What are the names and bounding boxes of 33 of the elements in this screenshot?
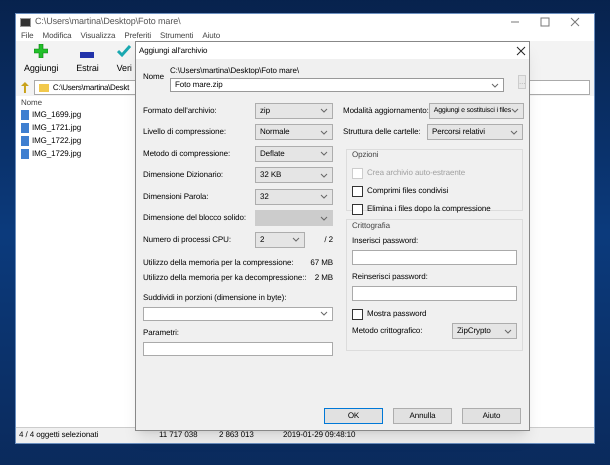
field-label: Livello di compressione: <box>143 126 227 138</box>
group-title: Opzioni <box>352 149 380 161</box>
window-title: C:\Users\martina\Desktop\Foto mare\ <box>35 15 181 28</box>
group-title: Crittografia <box>352 220 391 232</box>
field-label: Formato dell'archivio: <box>143 104 218 117</box>
status-text: 4 / 4 oggetti selezionati <box>18 429 100 441</box>
status-text: 11 717 038 <box>159 429 198 441</box>
field-label: Dimensioni Parola: <box>143 190 210 203</box>
field-label: Inserisci password: <box>352 235 420 247</box>
memory-value: 67 MB <box>310 256 333 268</box>
path-text: C:\Users\martina\Desktop\Foto mare\ <box>170 65 300 77</box>
field-label: Dimensione Dizionario: <box>143 169 224 182</box>
field-label: Metodo di compressione: <box>143 148 232 160</box>
memory-label: Utilizzo della memoria per ka decompressione:: <box>143 272 306 284</box>
memory-value: 2 MB <box>314 272 333 284</box>
field-label: Struttura delle cartelle: <box>343 126 421 138</box>
field-label: Reinserisci password: <box>352 271 429 283</box>
field-label: Parametri: <box>143 326 180 338</box>
status-text: 2019-01-29 09:48:10 <box>283 429 356 441</box>
cpu-max-text: / 2 <box>324 234 333 246</box>
checkbox-label: Crea archivio auto-estraente <box>367 167 466 179</box>
checkbox-label: Comprimi files condivisi <box>367 185 448 197</box>
field-label: Dimensione del blocco solido: <box>143 212 247 224</box>
dialog-title: Aggiungi all'archivio <box>139 44 208 56</box>
field-label: Metodo crittografico: <box>352 325 422 337</box>
field-label: Nome <box>143 71 164 83</box>
field-label: Modalità aggiornamento: <box>343 104 429 117</box>
status-text: 2 863 013 <box>219 429 255 441</box>
field-label: Suddividi in porzioni (dimensione in byte): <box>143 292 288 304</box>
memory-label: Utilizzo della memoria per la compressione: <box>143 256 294 268</box>
field-label: Numero di processi CPU: <box>143 234 232 246</box>
checkbox-label: Elimina i files dopo la compressione <box>367 203 491 215</box>
checkbox-label: Mostra password <box>367 308 426 320</box>
